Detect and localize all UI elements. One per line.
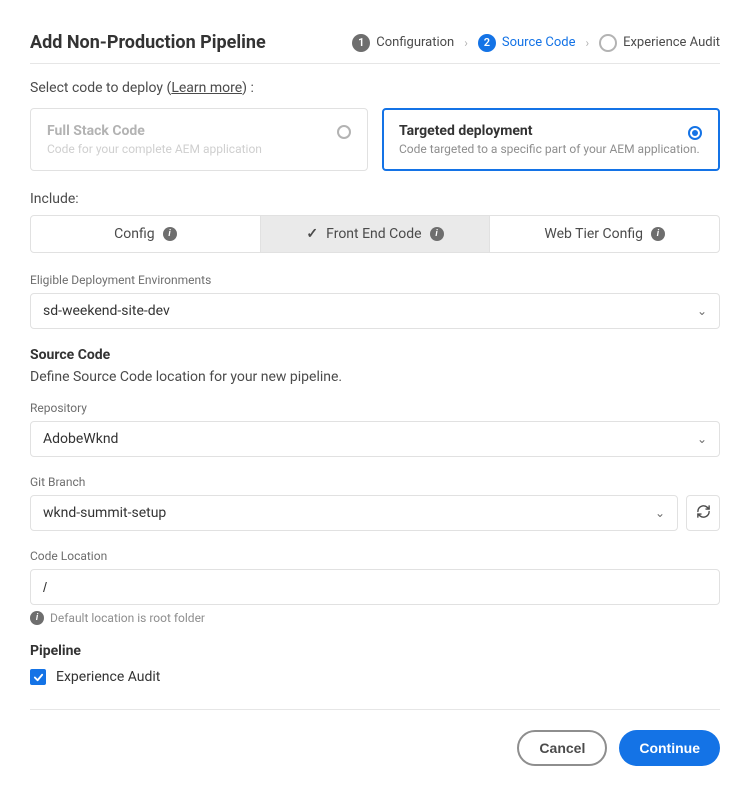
refresh-button[interactable] [686, 495, 720, 531]
environment-label: Eligible Deployment Environments [30, 273, 720, 287]
divider [30, 63, 720, 64]
environment-select[interactable]: sd-weekend-site-dev ⌄ [30, 293, 720, 329]
step-experience-audit[interactable]: Experience Audit [599, 34, 720, 52]
include-tabs: Config i ✓ Front End Code i Web Tier Con… [30, 215, 720, 253]
code-location-hint: i Default location is root folder [30, 611, 720, 625]
chevron-right-icon: › [464, 36, 468, 50]
option-targeted-deployment[interactable]: Targeted deployment Code targeted to a s… [382, 108, 720, 171]
code-location-input[interactable] [30, 569, 720, 605]
radio-icon [337, 125, 351, 139]
git-branch-value: wknd-summit-setup [43, 505, 166, 521]
repository-value: AdobeWknd [43, 431, 118, 447]
refresh-icon [696, 504, 711, 523]
page-title: Add Non-Production Pipeline [30, 32, 266, 53]
stepper: 1 Configuration › 2 Source Code › Experi… [352, 34, 720, 52]
tab-config[interactable]: Config i [31, 216, 261, 252]
code-location-label: Code Location [30, 549, 720, 563]
tab-label: Config [114, 226, 154, 242]
experience-audit-label: Experience Audit [56, 669, 160, 685]
info-icon: i [163, 227, 177, 241]
info-icon: i [30, 611, 44, 625]
step-label: Experience Audit [623, 35, 720, 50]
option-title: Targeted deployment [399, 123, 703, 139]
step-label: Configuration [376, 35, 454, 50]
divider [30, 709, 720, 710]
source-code-sub: Define Source Code location for your new… [30, 369, 720, 385]
tab-front-end-code[interactable]: ✓ Front End Code i [261, 216, 491, 252]
check-icon: ✓ [306, 226, 318, 242]
step-label: Source Code [502, 35, 576, 50]
info-icon: i [430, 227, 444, 241]
step-number-icon: 1 [352, 34, 370, 52]
experience-audit-checkbox[interactable] [30, 669, 46, 685]
step-source-code[interactable]: 2 Source Code [478, 34, 576, 52]
cancel-button[interactable]: Cancel [517, 730, 607, 766]
step-configuration[interactable]: 1 Configuration [352, 34, 454, 52]
option-desc: Code for your complete AEM application [47, 142, 351, 156]
select-code-label: Select code to deploy (Learn more) : [30, 80, 720, 96]
option-full-stack-code[interactable]: Full Stack Code Code for your complete A… [30, 108, 368, 171]
learn-more-link[interactable]: Learn more [171, 80, 242, 96]
radio-icon [688, 126, 702, 140]
option-title: Full Stack Code [47, 123, 351, 139]
chevron-right-icon: › [585, 36, 589, 50]
check-icon [33, 672, 44, 683]
chevron-down-icon: ⌄ [697, 432, 707, 446]
tab-web-tier-config[interactable]: Web Tier Config i [490, 216, 719, 252]
continue-button[interactable]: Continue [619, 730, 720, 766]
git-branch-label: Git Branch [30, 475, 720, 489]
step-number-icon [599, 34, 617, 52]
info-icon: i [651, 227, 665, 241]
tab-label: Front End Code [326, 226, 421, 242]
environment-value: sd-weekend-site-dev [43, 303, 170, 319]
chevron-down-icon: ⌄ [697, 304, 707, 318]
chevron-down-icon: ⌄ [655, 506, 665, 520]
include-label: Include: [30, 191, 720, 207]
git-branch-input[interactable]: wknd-summit-setup ⌄ [30, 495, 678, 531]
tab-label: Web Tier Config [544, 226, 643, 242]
repository-label: Repository [30, 401, 720, 415]
repository-select[interactable]: AdobeWknd ⌄ [30, 421, 720, 457]
option-desc: Code targeted to a specific part of your… [399, 142, 703, 156]
step-number-icon: 2 [478, 34, 496, 52]
pipeline-heading: Pipeline [30, 643, 720, 659]
source-code-heading: Source Code [30, 347, 720, 363]
